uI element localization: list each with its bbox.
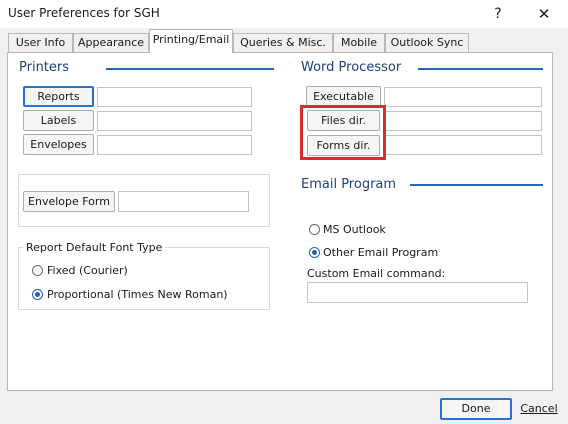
fixed-courier-radio[interactable] <box>32 265 43 276</box>
tab-label: Mobile <box>340 36 378 49</box>
reports-button[interactable]: Reports <box>23 86 94 107</box>
custom-email-command-label: Custom Email command: <box>307 267 446 280</box>
tab-mobile[interactable]: Mobile <box>333 33 385 52</box>
ms-outlook-radio[interactable] <box>309 224 320 235</box>
envelope-form-field[interactable] <box>118 191 249 212</box>
ms-outlook-label: MS Outlook <box>323 223 386 236</box>
other-email-radio[interactable] <box>309 247 320 258</box>
printers-heading: Printers <box>19 60 70 75</box>
custom-email-command-field[interactable] <box>307 282 528 303</box>
tab-user-info[interactable]: User Info <box>8 33 73 52</box>
font-type-group-label: Report Default Font Type <box>23 241 166 254</box>
tab-appearance[interactable]: Appearance <box>73 33 149 52</box>
tab-printing-email[interactable]: Printing/Email <box>149 29 233 53</box>
highlight-box <box>300 105 386 160</box>
help-icon[interactable]: ? <box>478 0 518 28</box>
done-button[interactable]: Done <box>440 398 512 420</box>
window-title: User Preferences for SGH <box>8 6 160 20</box>
tab-panel: Printers Reports Labels Envelopes Envelo… <box>7 52 553 391</box>
word-processor-divider <box>418 68 543 70</box>
email-program-divider <box>410 184 543 186</box>
executable-field[interactable] <box>384 87 542 107</box>
reports-printer-field[interactable] <box>97 87 252 107</box>
files-dir-field[interactable] <box>384 111 542 131</box>
labels-printer-field[interactable] <box>97 111 252 131</box>
printers-divider <box>106 68 274 70</box>
envelopes-printer-field[interactable] <box>97 135 252 155</box>
button-label: Executable <box>313 90 374 103</box>
envelopes-button[interactable]: Envelopes <box>23 134 94 155</box>
tab-label: User Info <box>15 36 66 49</box>
cancel-button[interactable]: Cancel <box>517 398 561 420</box>
button-label: Envelopes <box>30 138 87 151</box>
tab-queries-misc[interactable]: Queries & Misc. <box>233 33 333 52</box>
proportional-label: Proportional (Times New Roman) <box>47 288 228 301</box>
tab-label: Outlook Sync <box>390 36 464 49</box>
button-label: Labels <box>40 114 77 127</box>
tab-label: Printing/Email <box>152 33 230 46</box>
labels-button[interactable]: Labels <box>23 110 94 131</box>
envelope-form-button[interactable]: Envelope Form <box>23 191 115 212</box>
fixed-courier-label: Fixed (Courier) <box>47 264 128 277</box>
button-label: Reports <box>37 90 80 103</box>
button-label: Cancel <box>520 402 558 415</box>
button-label: Envelope Form <box>28 195 110 208</box>
tab-label: Queries & Misc. <box>240 36 326 49</box>
tab-label: Appearance <box>77 36 145 49</box>
button-label: Done <box>461 402 491 415</box>
executable-button[interactable]: Executable <box>306 86 381 107</box>
close-icon[interactable]: ✕ <box>524 0 564 28</box>
proportional-radio[interactable] <box>32 289 43 300</box>
tab-outlook-sync[interactable]: Outlook Sync <box>385 33 469 52</box>
forms-dir-field[interactable] <box>384 135 542 155</box>
other-email-label: Other Email Program <box>323 246 439 259</box>
word-processor-heading: Word Processor <box>301 60 402 75</box>
email-program-heading: Email Program <box>301 177 397 192</box>
